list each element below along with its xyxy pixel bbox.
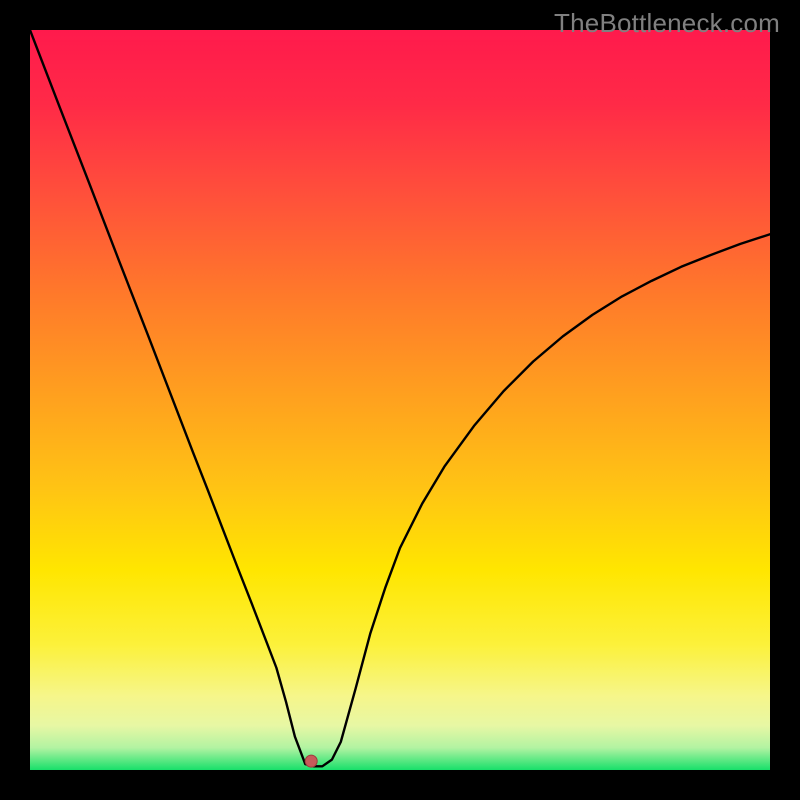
chart-frame: TheBottleneck.com <box>0 0 800 800</box>
bottleneck-curve <box>30 30 770 770</box>
watermark-text: TheBottleneck.com <box>554 8 780 39</box>
plot-area <box>30 30 770 770</box>
